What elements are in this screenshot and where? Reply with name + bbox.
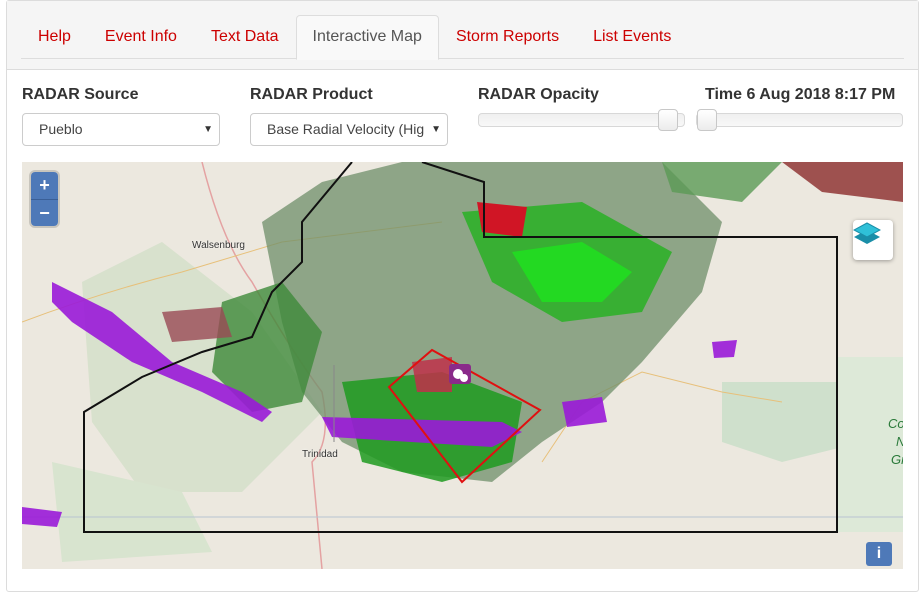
info-button[interactable]: i <box>866 542 892 566</box>
radar-source-label: RADAR Source <box>22 86 139 103</box>
tab-interactive-map[interactable]: Interactive Map <box>295 15 439 60</box>
radar-outbound-region <box>162 307 232 342</box>
storm-report-icon <box>460 374 468 382</box>
range-folded-region <box>562 397 607 427</box>
tab-bar: Help Event Info Text Data Interactive Ma… <box>21 15 904 60</box>
radar-source-select[interactable]: Pueblo ▼ <box>22 113 220 146</box>
chevron-down-icon: ▼ <box>203 124 213 135</box>
tab-text-data[interactable]: Text Data <box>194 15 296 59</box>
tab-event-info[interactable]: Event Info <box>88 15 194 59</box>
radar-opacity-handle[interactable] <box>658 109 678 131</box>
map-canvas <box>22 162 903 569</box>
zoom-in-button[interactable]: + <box>31 172 58 199</box>
tab-bar-container: Help Event Info Text Data Interactive Ma… <box>7 1 918 70</box>
range-folded-region <box>712 340 737 358</box>
time-handle[interactable] <box>697 109 717 131</box>
time-slider[interactable] <box>696 109 903 131</box>
grassland-label: Co N Gr <box>888 416 903 467</box>
zoom-control: + − <box>31 172 58 226</box>
town-label: Walsenburg <box>192 240 245 251</box>
town-label: Trinidad <box>302 449 338 460</box>
chevron-down-icon: ▼ <box>431 124 441 135</box>
radar-product-select[interactable]: Base Radial Velocity (Hig ▼ <box>250 113 448 146</box>
layers-icon <box>853 222 881 244</box>
radar-outbound-region <box>782 162 903 202</box>
radar-opacity-slider[interactable] <box>478 109 685 131</box>
radar-map[interactable]: Walsenburg Trinidad Co N Gr + − i <box>22 162 903 569</box>
tab-storm-reports[interactable]: Storm Reports <box>439 15 576 59</box>
range-folded-region <box>22 507 62 527</box>
radar-product-label: RADAR Product <box>250 86 373 103</box>
time-label: Time 6 Aug 2018 8:17 PM <box>705 86 896 103</box>
radar-product-value: Base Radial Velocity (Hig <box>267 121 425 137</box>
layers-button[interactable] <box>853 220 893 260</box>
tab-list-events[interactable]: List Events <box>576 15 688 59</box>
zoom-out-button[interactable]: − <box>31 199 58 226</box>
tab-help[interactable]: Help <box>21 15 88 59</box>
radar-opacity-label: RADAR Opacity <box>478 86 599 103</box>
radar-source-value: Pueblo <box>39 121 83 137</box>
